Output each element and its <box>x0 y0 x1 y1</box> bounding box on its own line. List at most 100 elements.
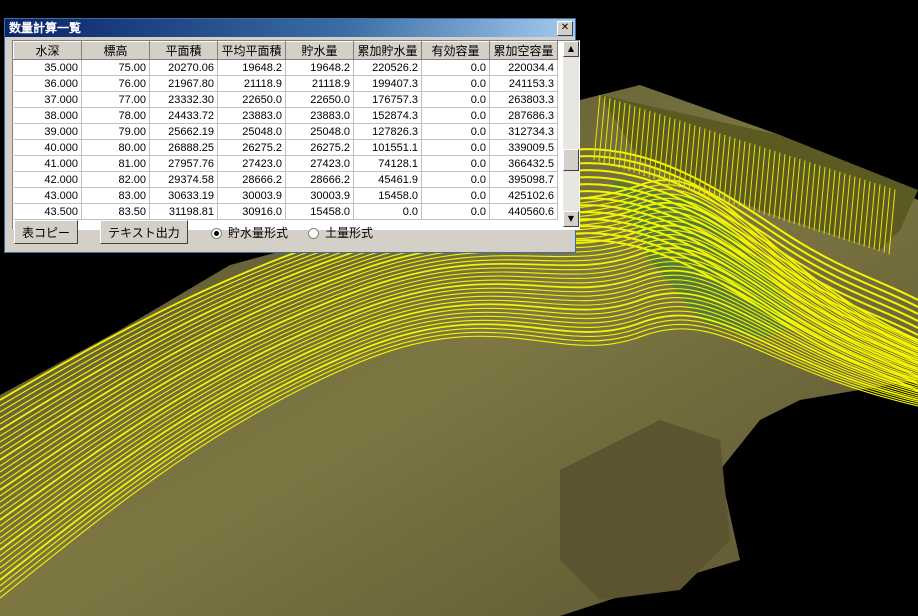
table-cell: 19648.2 <box>217 59 286 76</box>
table-cell: 77.00 <box>81 91 150 108</box>
table-cell: 220526.2 <box>353 59 422 76</box>
table-cell: 83.50 <box>81 203 150 220</box>
table-cell: 0.0 <box>421 139 490 156</box>
table-row[interactable]: 41.000 81.00 27957.76 27423.0 27423.0 74128.1… <box>13 155 558 172</box>
quantity-table[interactable]: 水深 標高 平面積 平均平面積 貯水量 累加貯水量 有効容量 累加空容量 35.000 75.0… <box>12 40 580 230</box>
table-cell: 79.00 <box>81 123 150 140</box>
table-cell: 0.0 <box>421 91 490 108</box>
column-header[interactable]: 平均平面積 <box>217 41 286 60</box>
table-cell: 0.0 <box>421 155 490 172</box>
table-cell: 15458.0 <box>285 203 354 220</box>
column-header[interactable]: 累加空容量 <box>489 41 558 60</box>
table-cell: 101551.1 <box>353 139 422 156</box>
table-cell: 74128.1 <box>353 155 422 172</box>
table-cell: 45461.9 <box>353 171 422 188</box>
table-cell: 0.0 <box>421 107 490 124</box>
table-row[interactable]: 36.000 76.00 21967.80 21118.9 21118.9 199407.… <box>13 75 558 92</box>
table-cell: 23883.0 <box>285 107 354 124</box>
table-row[interactable]: 43.500 83.50 31198.81 30916.0 15458.0 0.0 0.0 4… <box>13 203 558 220</box>
table-cell: 43.500 <box>13 203 82 220</box>
table-row[interactable]: 38.000 78.00 24433.72 23883.0 23883.0 152874.… <box>13 107 558 124</box>
table-cell: 28666.2 <box>217 171 286 188</box>
table-cell: 241153.3 <box>489 75 558 92</box>
table-cell: 425102.6 <box>489 187 558 204</box>
table-cell: 30003.9 <box>285 187 354 204</box>
radio-water-format[interactable]: 貯水量形式 <box>211 226 288 240</box>
scroll-thumb[interactable] <box>563 149 579 171</box>
table-cell: 22650.0 <box>285 91 354 108</box>
table-cell: 395098.7 <box>489 171 558 188</box>
table-cell: 27423.0 <box>217 155 286 172</box>
radio-earth-format[interactable]: 土量形式 <box>308 226 373 240</box>
table-cell: 25662.19 <box>149 123 218 140</box>
table-cell: 287686.3 <box>489 107 558 124</box>
table-row[interactable]: 40.000 80.00 26888.25 26275.2 26275.2 101551.… <box>13 139 558 156</box>
table-row[interactable]: 42.000 82.00 29374.58 28666.2 28666.2 45461.9… <box>13 171 558 188</box>
table-cell: 82.00 <box>81 171 150 188</box>
table-row[interactable]: 39.000 79.00 25662.19 25048.0 25048.0 127826.… <box>13 123 558 140</box>
table-cell: 339009.5 <box>489 139 558 156</box>
column-header[interactable]: 平面積 <box>149 41 218 60</box>
table-cell: 21967.80 <box>149 75 218 92</box>
column-header[interactable]: 水深 <box>13 41 82 60</box>
table-cell: 30633.19 <box>149 187 218 204</box>
table-cell: 0.0 <box>421 75 490 92</box>
table-cell: 0.0 <box>353 203 422 220</box>
table-cell: 81.00 <box>81 155 150 172</box>
table-cell: 78.00 <box>81 107 150 124</box>
copy-table-button[interactable]: 表コピー <box>14 220 78 244</box>
table-cell: 39.000 <box>13 123 82 140</box>
scroll-down-icon[interactable]: ▼ <box>563 211 579 227</box>
table-cell: 21118.9 <box>217 75 286 92</box>
table-cell: 0.0 <box>421 187 490 204</box>
table-cell: 31198.81 <box>149 203 218 220</box>
table-cell: 26275.2 <box>285 139 354 156</box>
table-cell: 0.0 <box>421 203 490 220</box>
vertical-scrollbar[interactable]: ▲ ▼ <box>563 41 579 227</box>
table-cell: 36.000 <box>13 75 82 92</box>
table-cell: 40.000 <box>13 139 82 156</box>
table-cell: 80.00 <box>81 139 150 156</box>
table-cell: 19648.2 <box>285 59 354 76</box>
table-row[interactable]: 37.000 77.00 23332.30 22650.0 22650.0 176757.… <box>13 91 558 108</box>
scroll-up-icon[interactable]: ▲ <box>563 41 579 57</box>
column-header[interactable]: 貯水量 <box>285 41 354 60</box>
table-cell: 29374.58 <box>149 171 218 188</box>
table-cell: 28666.2 <box>285 171 354 188</box>
table-cell: 0.0 <box>421 123 490 140</box>
table-cell: 24433.72 <box>149 107 218 124</box>
table-cell: 43.000 <box>13 187 82 204</box>
radio-unselected-icon <box>308 228 319 239</box>
table-cell: 38.000 <box>13 107 82 124</box>
table-cell: 23883.0 <box>217 107 286 124</box>
table-cell: 0.0 <box>421 171 490 188</box>
text-output-button[interactable]: テキスト出力 <box>100 220 188 244</box>
table-cell: 26275.2 <box>217 139 286 156</box>
column-header[interactable]: 標高 <box>81 41 150 60</box>
window-title: 数量計算一覧 <box>5 19 575 37</box>
table-row[interactable]: 35.000 75.00 20270.06 19648.2 19648.2 220526.… <box>13 59 558 76</box>
table-cell: 25048.0 <box>217 123 286 140</box>
table-cell: 263803.3 <box>489 91 558 108</box>
table-cell: 152874.3 <box>353 107 422 124</box>
close-button[interactable]: ✕ <box>557 21 573 36</box>
table-cell: 127826.3 <box>353 123 422 140</box>
table-cell: 176757.3 <box>353 91 422 108</box>
table-cell: 21118.9 <box>285 75 354 92</box>
table-cell: 25048.0 <box>285 123 354 140</box>
column-header[interactable]: 有効容量 <box>421 41 490 60</box>
table-cell: 22650.0 <box>217 91 286 108</box>
table-cell: 76.00 <box>81 75 150 92</box>
table-cell: 312734.3 <box>489 123 558 140</box>
table-cell: 27957.76 <box>149 155 218 172</box>
table-cell: 35.000 <box>13 59 82 76</box>
table-cell: 220034.4 <box>489 59 558 76</box>
table-cell: 199407.3 <box>353 75 422 92</box>
table-cell: 42.000 <box>13 171 82 188</box>
table-cell: 75.00 <box>81 59 150 76</box>
table-cell: 0.0 <box>421 59 490 76</box>
table-cell: 30003.9 <box>217 187 286 204</box>
table-header: 水深 標高 平面積 平均平面積 貯水量 累加貯水量 有効容量 累加空容量 <box>13 41 558 60</box>
column-header[interactable]: 累加貯水量 <box>353 41 422 60</box>
table-row[interactable]: 43.000 83.00 30633.19 30003.9 30003.9 15458.0… <box>13 187 558 204</box>
